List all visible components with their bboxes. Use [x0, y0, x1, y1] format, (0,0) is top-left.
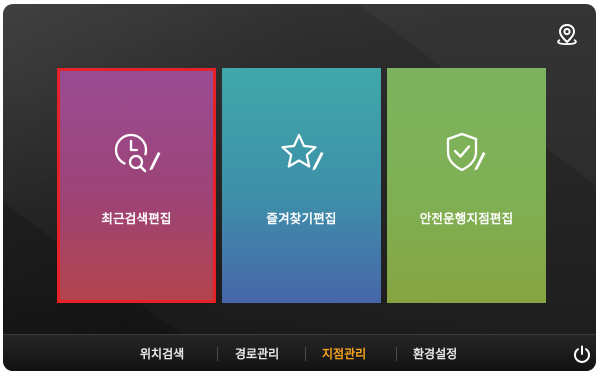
- recent-search-edit-card[interactable]: 최근검색편집: [57, 68, 216, 303]
- card-label: 최근검색편집: [101, 211, 172, 226]
- safe-driving-point-edit-card[interactable]: 안전운행지점편집: [387, 68, 546, 303]
- navigation-screen: 최근검색편집 즐겨찾기편집 안전운행지점편집 위치검색 경로관리 지점관리 환경…: [3, 4, 596, 371]
- star-edit-icon: [277, 130, 327, 176]
- tab-settings[interactable]: 환경설정: [413, 335, 457, 371]
- tab-location-search[interactable]: 위치검색: [140, 335, 184, 371]
- tab-divider: [396, 347, 397, 361]
- clock-search-edit-icon: [112, 130, 162, 176]
- map-location-button[interactable]: [554, 22, 580, 48]
- card-label: 즐겨찾기편집: [266, 211, 337, 226]
- power-icon: [574, 345, 590, 363]
- card-label: 안전운행지점편집: [419, 211, 514, 226]
- tab-divider: [305, 347, 306, 361]
- location-pin-icon: [557, 23, 577, 45]
- favorites-edit-card[interactable]: 즐겨찾기편집: [222, 68, 381, 303]
- tab-divider: [217, 347, 218, 361]
- shield-check-edit-icon: [442, 130, 492, 176]
- power-button[interactable]: [571, 343, 593, 365]
- tab-route-management[interactable]: 경로관리: [235, 335, 279, 371]
- bottom-navigation-bar: 위치검색 경로관리 지점관리 환경설정: [3, 334, 596, 371]
- tab-point-management[interactable]: 지점관리: [322, 335, 366, 371]
